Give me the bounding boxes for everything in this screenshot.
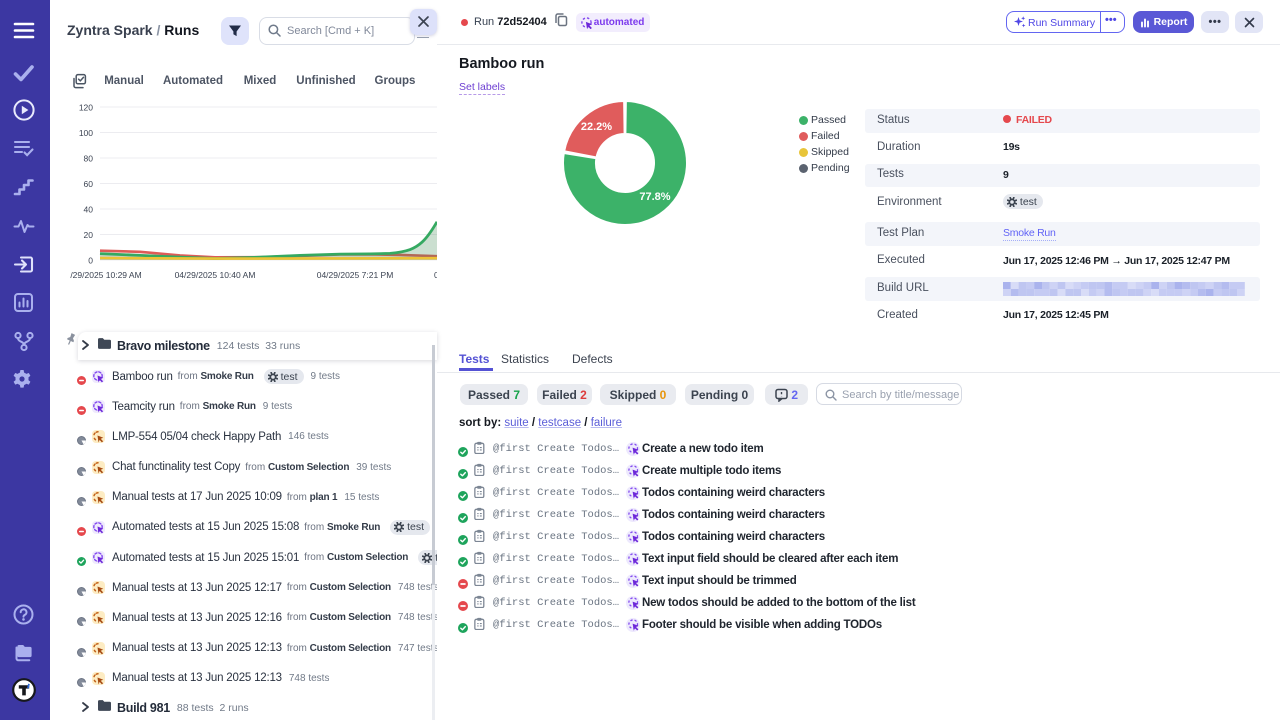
- svg-text:77.8%: 77.8%: [639, 191, 670, 203]
- svg-text:22.2%: 22.2%: [581, 121, 612, 133]
- svg-text:60: 60: [84, 179, 94, 189]
- svg-text:40: 40: [84, 205, 94, 215]
- svg-text:04/29/2025 7:21 PM: 04/29/2025 7:21 PM: [317, 270, 394, 280]
- svg-text:120: 120: [79, 103, 93, 113]
- svg-text:04/29/2025 10:40 AM: 04/29/2025 10:40 AM: [175, 270, 256, 280]
- svg-text:0: 0: [88, 256, 93, 266]
- svg-text:100: 100: [79, 128, 93, 138]
- svg-text:80: 80: [84, 154, 94, 164]
- svg-text:/29/2025 10:29 AM: /29/2025 10:29 AM: [70, 270, 141, 280]
- svg-text:20: 20: [84, 230, 94, 240]
- svg-text:04/29: 04/29: [434, 270, 437, 280]
